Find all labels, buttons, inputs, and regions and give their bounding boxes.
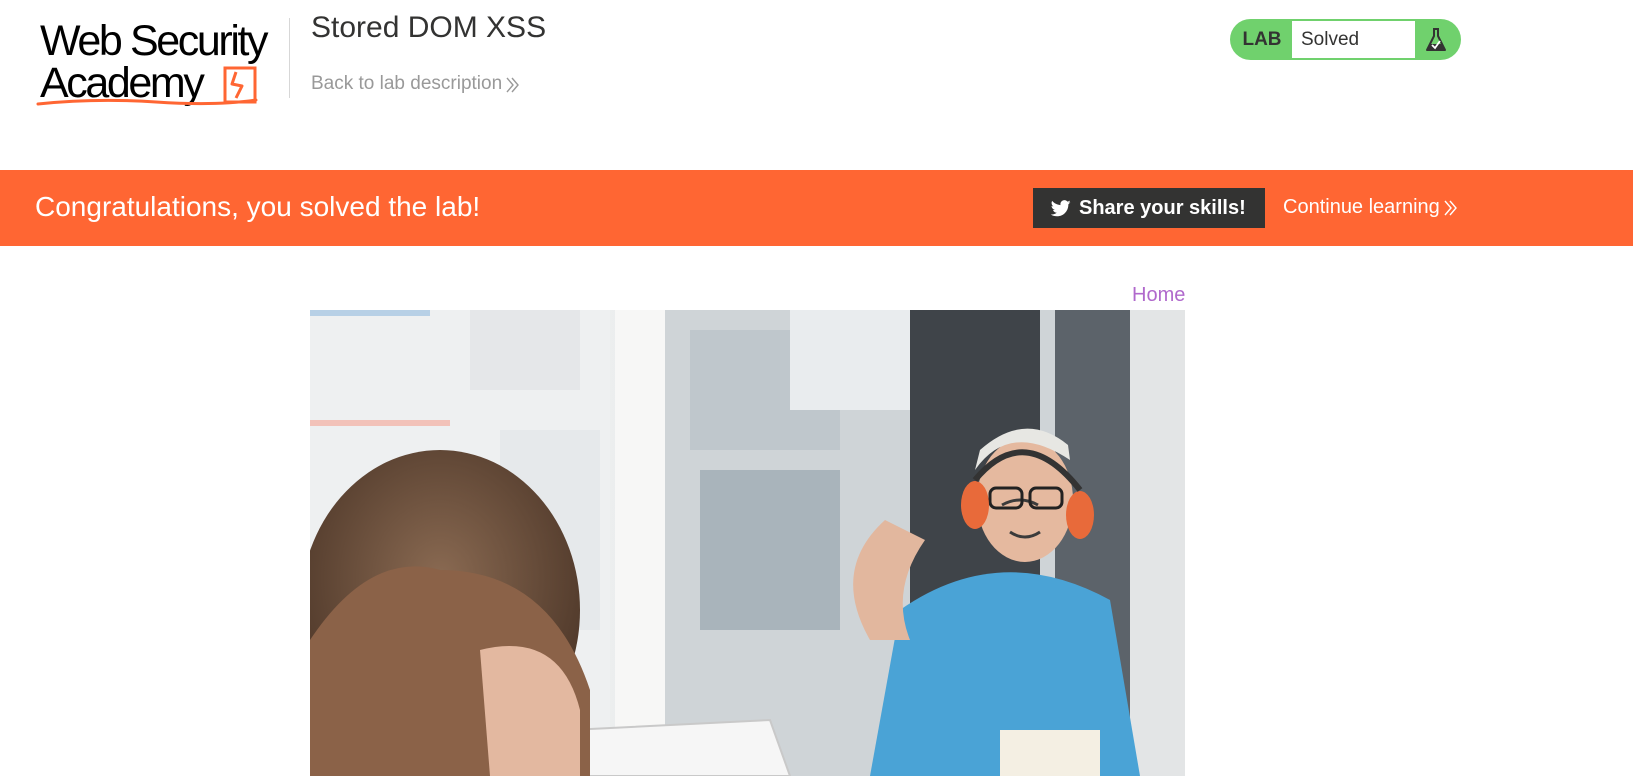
header-divider (289, 18, 290, 98)
home-link[interactable]: Home (1132, 284, 1185, 307)
blog-post-image (310, 310, 1185, 776)
lab-solved-banner: Congratulations, you solved the lab! Sha… (0, 170, 1633, 246)
lab-tag: LAB (1242, 28, 1282, 50)
academy-header: Web Security Academy Stored DOM XSS Back… (0, 0, 1633, 170)
back-link-label: Back to lab description (311, 73, 503, 94)
continue-learning-link[interactable]: Continue learning (1283, 196, 1458, 219)
web-security-academy-logo[interactable]: Web Security Academy (36, 18, 286, 110)
share-button-label: Share your skills! (1079, 196, 1246, 219)
lab-title: Stored DOM XSS (311, 11, 547, 44)
double-chevron-right-icon (1444, 200, 1457, 215)
back-to-lab-description-link[interactable]: Back to lab description (311, 73, 520, 95)
blog-photo-illustration (310, 310, 1185, 776)
lab-status-widget: LAB Solved (1230, 19, 1461, 60)
share-your-skills-button[interactable]: Share your skills! (1033, 188, 1265, 228)
congratulations-message: Congratulations, you solved the lab! (35, 191, 481, 222)
lab-status-text: Solved (1292, 21, 1415, 58)
double-chevron-right-icon (506, 77, 520, 93)
twitter-bird-icon (1051, 199, 1071, 216)
continue-learning-label: Continue learning (1283, 196, 1440, 218)
flask-icon (1415, 27, 1461, 53)
logo-swoosh-icon (36, 66, 258, 106)
